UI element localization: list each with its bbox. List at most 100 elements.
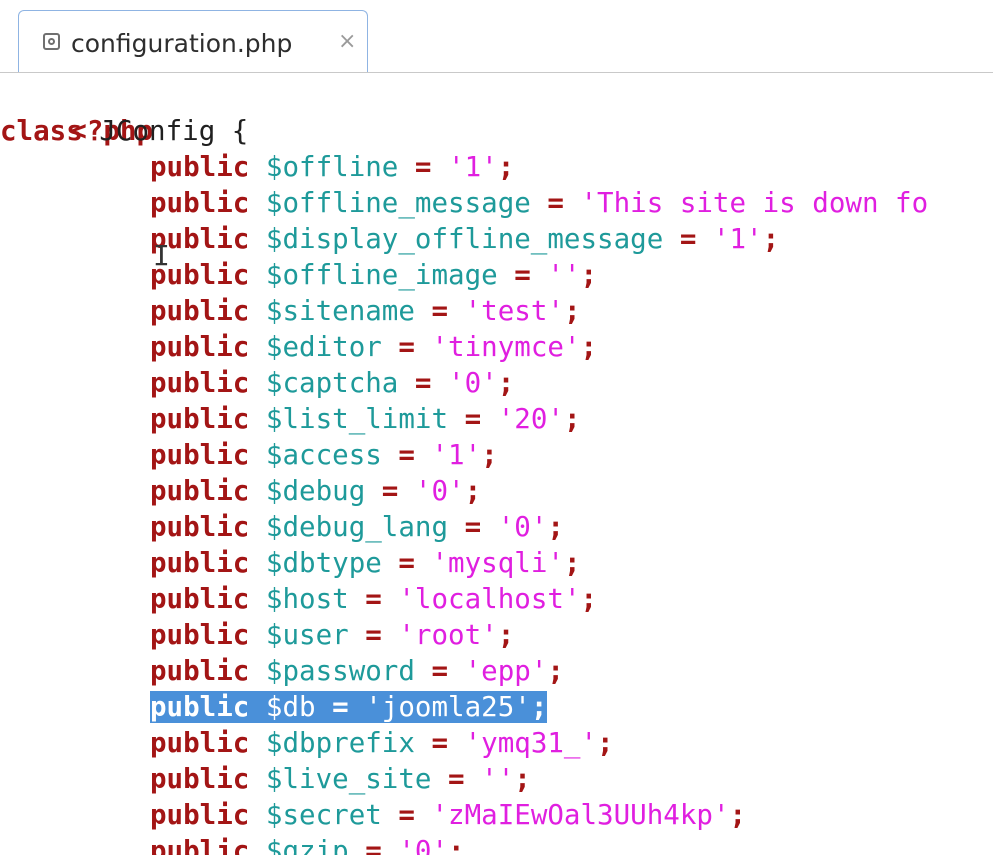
- assign-operator: =: [448, 511, 498, 543]
- code-line-property: public $host = 'localhost';: [150, 581, 597, 617]
- code-line-property: public $debug = '0';: [150, 473, 481, 509]
- code-line-property: public $gzip = '0';: [150, 833, 465, 855]
- close-icon[interactable]: ×: [338, 29, 356, 54]
- code-line-property: public $db = 'joomla25';: [150, 689, 548, 725]
- line-content: public $debug_lang = '0';: [150, 511, 564, 543]
- public-keyword: public: [150, 799, 250, 831]
- line-content: public $debug = '0';: [150, 475, 481, 507]
- line-content: public $user = 'root';: [150, 619, 514, 651]
- property-value: 'This site is down fo: [580, 187, 929, 219]
- line-content: public $dbtype = 'mysqli';: [150, 547, 581, 579]
- semicolon: ;: [497, 619, 515, 651]
- code-line-property: public $offline_image = '';: [150, 257, 597, 293]
- property-name: $access: [265, 439, 382, 471]
- public-keyword: public: [150, 619, 250, 651]
- property-name: $dbprefix: [265, 727, 415, 759]
- property-name: $dbtype: [265, 547, 382, 579]
- line-content: public $access = '1';: [150, 439, 498, 471]
- semicolon: ;: [563, 295, 581, 327]
- semicolon: ;: [530, 691, 548, 723]
- public-keyword: public: [150, 439, 250, 471]
- property-value: '0': [414, 475, 465, 507]
- assign-operator: =: [315, 691, 366, 723]
- property-name: $offline_message: [265, 187, 531, 219]
- assign-operator: =: [398, 367, 449, 399]
- property-name: $secret: [265, 799, 382, 831]
- semicolon: ;: [563, 547, 581, 579]
- line-content: public $secret = 'zMaIEwOal3UUh4kp';: [150, 799, 746, 831]
- semicolon: ;: [547, 511, 564, 543]
- semicolon: ;: [580, 331, 598, 363]
- code-line-property: public $list_limit = '20';: [150, 401, 581, 437]
- property-value: '': [547, 259, 581, 291]
- property-name: $user: [265, 619, 349, 651]
- public-keyword: public: [150, 727, 250, 759]
- code-line-property: public $debug_lang = '0';: [150, 509, 564, 545]
- property-value: 'epp': [464, 655, 548, 687]
- property-name: $offline: [265, 151, 399, 183]
- tab-configuration-php[interactable]: configuration.php ×: [18, 10, 368, 72]
- property-name: $host: [265, 583, 349, 615]
- semicolon: ;: [563, 403, 581, 435]
- code-line-property: public $password = 'epp';: [150, 653, 564, 689]
- assign-operator: =: [448, 403, 498, 435]
- property-value: '1': [448, 151, 498, 183]
- assign-operator: =: [530, 187, 581, 219]
- semicolon: ;: [597, 727, 614, 759]
- property-value: '1': [431, 439, 482, 471]
- semicolon: ;: [762, 223, 780, 255]
- code-line-php-open: <?php: [4, 77, 153, 147]
- class-keyword: class: [0, 115, 83, 147]
- assign-operator: =: [431, 763, 482, 795]
- property-name: $editor: [265, 331, 382, 363]
- semicolon: ;: [580, 259, 598, 291]
- property-name: $live_site: [265, 763, 432, 795]
- property-value: '': [481, 763, 515, 795]
- code-line-property: public $display_offline_message = '1';: [150, 221, 779, 257]
- code-line-property: public $live_site = '';: [150, 761, 531, 797]
- line-content: public $live_site = '';: [150, 763, 531, 795]
- property-value: '0': [448, 367, 498, 399]
- assign-operator: =: [381, 331, 432, 363]
- line-content: public $offline_message = 'This site is …: [150, 187, 928, 219]
- property-value: 'test': [464, 295, 564, 327]
- php-file-icon: [43, 33, 60, 50]
- code-line-property: public $user = 'root';: [150, 617, 514, 653]
- property-value: 'mysqli': [431, 547, 564, 579]
- line-content: public $password = 'epp';: [150, 655, 564, 687]
- code-line-property: public $offline_message = 'This site is …: [150, 185, 928, 221]
- code-editor[interactable]: <?php class JConfig { public $offline = …: [0, 73, 993, 855]
- property-value: '1': [712, 223, 763, 255]
- property-value: 'localhost': [398, 583, 581, 615]
- assign-operator: =: [663, 223, 713, 255]
- property-value: 'tinymce': [431, 331, 581, 363]
- public-keyword: public: [150, 835, 250, 855]
- assign-operator: =: [381, 439, 432, 471]
- property-value: '20': [497, 403, 564, 435]
- semicolon: ;: [497, 151, 515, 183]
- semicolon: ;: [580, 583, 598, 615]
- line-content: public $list_limit = '20';: [150, 403, 581, 435]
- property-name: $captcha: [265, 367, 399, 399]
- assign-operator: =: [365, 475, 415, 507]
- semicolon: ;: [448, 835, 465, 855]
- code-line-property: public $captcha = '0';: [150, 365, 514, 401]
- property-name: $password: [265, 655, 415, 687]
- public-keyword: public: [150, 547, 250, 579]
- public-keyword: public: [150, 475, 250, 507]
- line-content: public $sitename = 'test';: [150, 295, 581, 327]
- public-keyword: public: [150, 691, 250, 723]
- semicolon: ;: [464, 475, 482, 507]
- public-keyword: public: [150, 763, 250, 795]
- property-name: $gzip: [265, 835, 349, 855]
- assign-operator: =: [381, 547, 432, 579]
- selected-text: public $db = 'joomla25';: [150, 691, 548, 723]
- code-line-property: public $dbprefix = 'ymq31_';: [150, 725, 614, 761]
- property-name: $debug_lang: [265, 511, 449, 543]
- public-keyword: public: [150, 331, 250, 363]
- property-value: 'joomla25': [365, 691, 531, 723]
- class-declaration: JConfig {: [82, 115, 249, 147]
- property-name: $debug: [265, 475, 366, 507]
- semicolon: ;: [729, 799, 747, 831]
- code-line-property: public $dbtype = 'mysqli';: [150, 545, 581, 581]
